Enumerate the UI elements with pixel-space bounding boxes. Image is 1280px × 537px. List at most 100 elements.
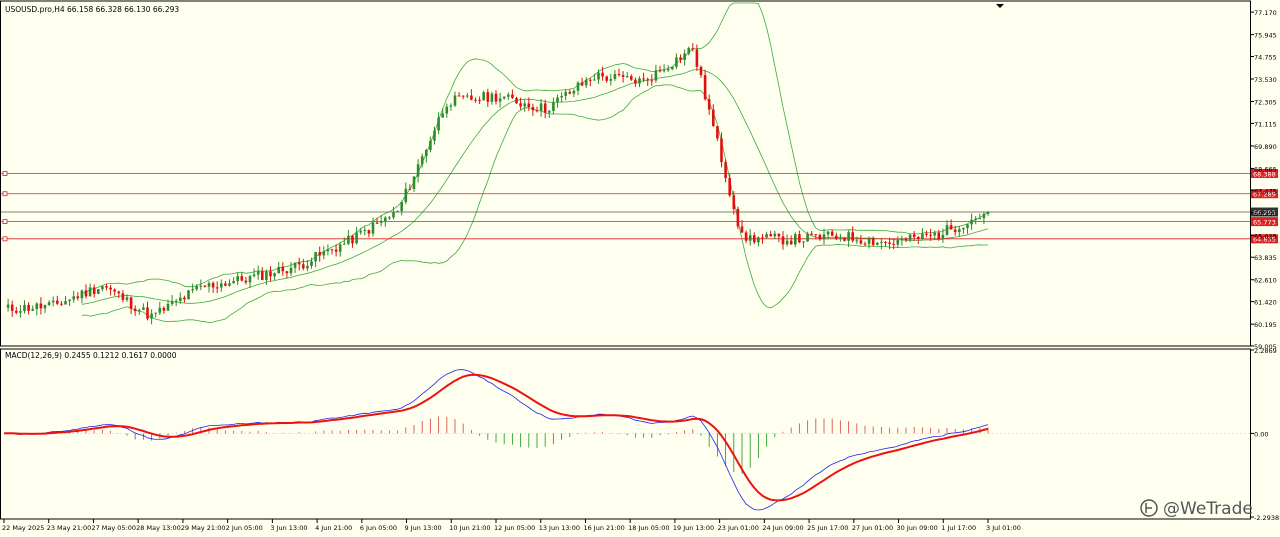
candle-body	[765, 234, 768, 238]
candle-body	[31, 309, 34, 311]
candle-body	[543, 103, 547, 113]
level-handle[interactable]	[2, 171, 8, 176]
candle-body	[277, 266, 280, 274]
candle-body	[236, 276, 239, 282]
time-tick-label: 1 Jul 17:00	[941, 524, 976, 532]
candle-body	[679, 57, 682, 60]
time-tick-label: 3 Jun 13:00	[270, 524, 307, 532]
candle-body	[351, 235, 354, 244]
candle-body	[297, 262, 301, 265]
candle-body	[634, 79, 637, 84]
candle-body	[433, 130, 436, 141]
candle-body	[281, 266, 285, 272]
candle-body	[400, 202, 403, 211]
price-tick-label: 73.530	[1254, 76, 1277, 84]
price-tick-label: 63.835	[1254, 254, 1277, 262]
candle-body	[228, 283, 231, 286]
time-tick-label: 6 Jun 05:00	[360, 524, 397, 532]
candle-body	[859, 240, 863, 244]
candle-body	[605, 76, 608, 81]
candle-body	[867, 238, 871, 244]
candle-body	[683, 53, 686, 60]
candle-body	[847, 232, 850, 241]
candle-body	[531, 107, 535, 111]
candle-body	[519, 103, 522, 107]
candle-body	[191, 289, 194, 291]
candle-body	[806, 233, 809, 242]
candle-body	[716, 126, 719, 139]
candle-body	[408, 188, 412, 190]
candle-body	[343, 243, 346, 245]
candle-body	[404, 188, 408, 203]
candle-body	[51, 300, 55, 303]
candle-body	[117, 291, 121, 294]
candle-body	[314, 252, 317, 262]
candle-body	[494, 93, 498, 102]
watermark-text: @WeTrade	[1163, 499, 1253, 519]
candle-body	[138, 309, 141, 312]
candle-body	[420, 156, 424, 165]
time-tick-label: 22 May 2025	[2, 524, 44, 532]
candle-body	[917, 236, 920, 240]
time-tick-label: 18 Jun 05:00	[628, 524, 669, 532]
candle-body	[215, 287, 219, 289]
candle-body	[84, 290, 88, 297]
time-tick-label: 2 Jun 05:00	[226, 524, 263, 532]
candle-body	[232, 281, 235, 284]
time-tick-label: 13 Jun 13:00	[539, 524, 580, 532]
time-tick-label: 16 Jun 21:00	[583, 524, 624, 532]
candle-body	[310, 261, 313, 266]
candle-body	[863, 243, 867, 245]
candle-body	[289, 267, 293, 274]
candle-body	[76, 296, 80, 299]
trading-chart[interactable]: 68.38867.28966.29365.77364.835 77.17075.…	[0, 0, 1280, 537]
candle-body	[445, 106, 449, 114]
candle-body	[724, 162, 727, 179]
candle-body	[900, 238, 904, 241]
candle-body	[302, 264, 305, 269]
candle-body	[162, 307, 166, 311]
candle-body	[56, 300, 59, 304]
price-tick-label: 69.890	[1254, 143, 1277, 151]
candle-body	[183, 297, 186, 300]
candle-body	[810, 233, 813, 235]
candle-body	[388, 217, 391, 219]
candle-body	[244, 280, 248, 283]
candle-body	[150, 313, 153, 319]
candle-body	[908, 234, 912, 241]
candle-body	[375, 222, 379, 224]
candle-body	[617, 74, 621, 76]
candle-body	[490, 93, 494, 102]
candle-body	[338, 244, 342, 252]
candle-body	[589, 79, 592, 81]
candle-body	[174, 300, 178, 302]
candle-body	[187, 290, 190, 300]
candle-body	[248, 276, 252, 283]
candle-body	[855, 240, 859, 242]
level-handle[interactable]	[2, 219, 8, 224]
candle-body	[19, 311, 22, 313]
candle-body	[769, 234, 772, 237]
candle-body	[80, 290, 84, 299]
candle-body	[658, 70, 662, 72]
candle-body	[60, 303, 63, 305]
candle-body	[498, 98, 502, 102]
candle-body	[441, 113, 444, 118]
time-tick-label: 24 Jun 09:00	[762, 524, 803, 532]
price-tick-label: 67.475	[1254, 187, 1277, 195]
candle-body	[966, 224, 969, 228]
level-handle[interactable]	[2, 191, 8, 197]
candle-body	[379, 221, 383, 223]
candle-body	[367, 230, 371, 234]
time-tick-label: 12 Jun 05:00	[494, 524, 535, 532]
candle-body	[461, 95, 465, 97]
candle-body	[47, 302, 51, 305]
candle-body	[732, 195, 736, 209]
time-tick-label: 19 Jun 13:00	[673, 524, 714, 532]
candle-body	[39, 303, 43, 309]
candle-body	[675, 57, 678, 67]
candle-body	[482, 92, 485, 101]
candle-body	[146, 307, 149, 319]
level-handle[interactable]	[2, 236, 8, 242]
candle-body	[457, 95, 461, 97]
